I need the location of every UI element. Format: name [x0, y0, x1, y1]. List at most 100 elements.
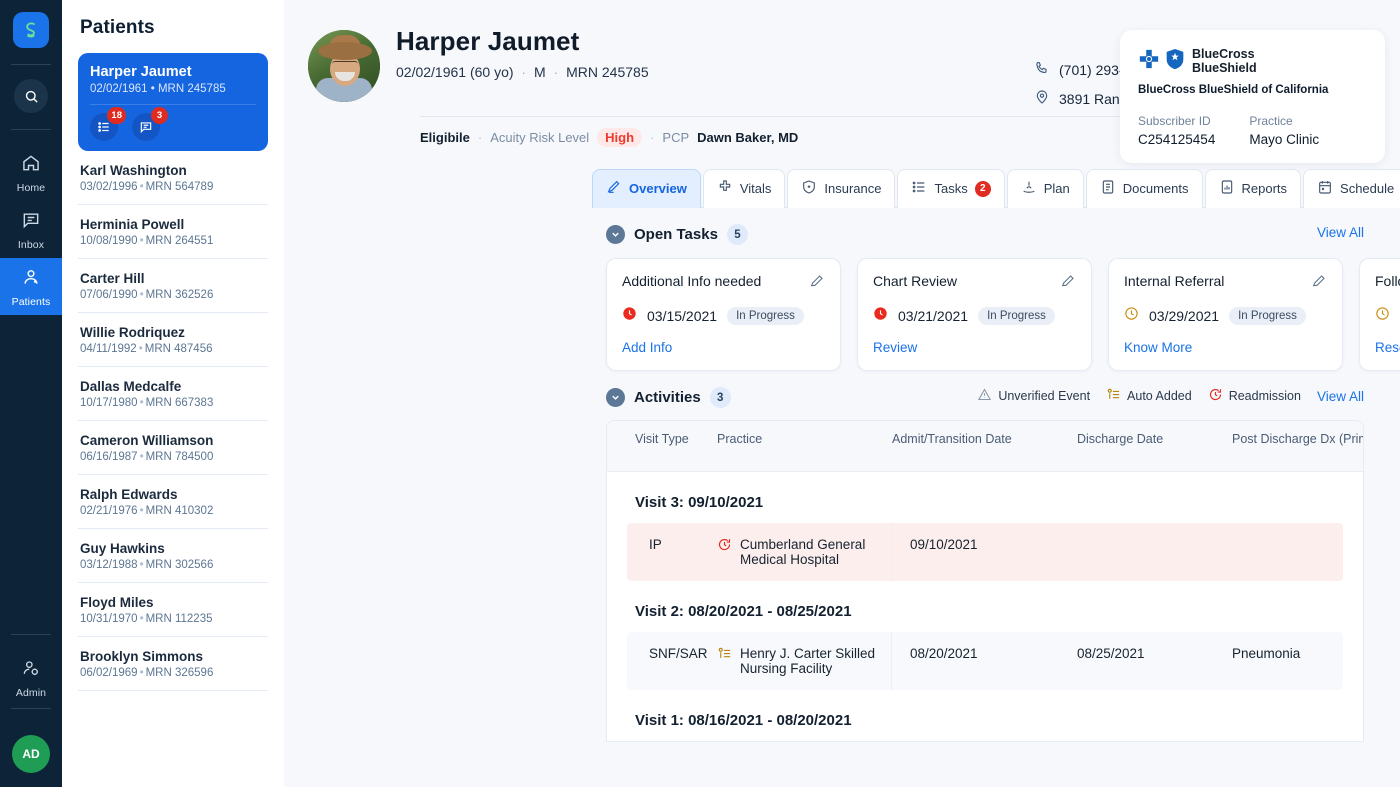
list-item[interactable]: Ralph Edwards 02/21/1976 • MRN 410302 — [78, 475, 268, 529]
task-card-link[interactable]: Reset Follow-up — [1375, 340, 1400, 355]
tab-overview[interactable]: Overview — [592, 169, 701, 208]
patient-card-selected[interactable]: Harper Jaumet 02/02/1961 • MRN 245785 18… — [78, 53, 268, 151]
tab-vitals[interactable]: Vitals — [702, 169, 786, 208]
task-card[interactable]: Chart Review 03/21/2021 In Progress Review — [857, 258, 1092, 371]
list-item-mrn: MRN 326596 — [145, 667, 214, 679]
message-icon[interactable]: 3 — [132, 107, 168, 141]
task-card-link[interactable]: Know More — [1124, 340, 1192, 355]
task-card-top: Chart Review — [873, 273, 1076, 294]
task-card-title: Additional Info needed — [622, 273, 762, 289]
tab-tasks[interactable]: Tasks 2 — [897, 169, 1005, 208]
cell-practice: Henry J. Carter Skilled Nursing Facility — [717, 632, 892, 690]
tab-insurance[interactable]: Insurance — [787, 169, 896, 208]
patient-card-name: Harper Jaumet — [90, 64, 192, 80]
tab-plan[interactable]: Plan — [1006, 169, 1084, 208]
list-item[interactable]: Karl Washington 03/02/1996 • MRN 564789 — [78, 151, 268, 205]
patient-card-meta: 02/02/1961 • MRN 245785 — [90, 83, 226, 95]
list-item[interactable]: Herminia Powell 10/08/1990 • MRN 264551 — [78, 205, 268, 259]
open-tasks-count: 5 — [726, 224, 748, 245]
clock-icon — [1124, 306, 1139, 326]
pen-overview-icon — [606, 179, 622, 198]
insurance-details: Subscriber ID C254125454 Practice Mayo C… — [1138, 114, 1367, 147]
tab-label: Vitals — [739, 181, 772, 196]
list-item-dob: 10/17/1980 — [80, 397, 138, 409]
list-item-meta: 10/08/1990 • MRN 264551 — [80, 235, 214, 247]
chevron-down-icon-tasks[interactable] — [606, 225, 625, 244]
task-card-date: 03/29/2021 — [1149, 308, 1220, 324]
practice-label: Practice — [1249, 114, 1293, 128]
list-item[interactable]: Carter Hill 07/06/1990 • MRN 362526 — [78, 259, 268, 313]
sidebar-item-inbox[interactable]: Inbox — [0, 201, 62, 258]
patient-rows: Karl Washington 03/02/1996 • MRN 564789 Herm… — [78, 151, 268, 691]
task-card[interactable]: Internal Referral 03/29/2021 In Progress Kn… — [1108, 258, 1343, 371]
list-item[interactable]: Guy Hawkins 03/12/1988 • MRN 302566 — [78, 529, 268, 583]
list-item-dob: 03/02/1996 — [80, 181, 138, 193]
pcp-label: PCP — [662, 130, 690, 145]
list-item[interactable]: Cameron Williamson 06/16/1987 • MRN 784500 — [78, 421, 268, 475]
visit-group-label: Visit 3: 09/10/2021 — [635, 494, 764, 511]
patient-photo — [308, 30, 380, 102]
patient-card-actions: 18 3 — [90, 107, 256, 141]
list-item-name: Dallas Medcalfe — [80, 379, 182, 394]
open-tasks-title: Open Tasks — [634, 226, 718, 243]
list-item[interactable]: Brooklyn Simmons 06/02/1969 • MRN 326596 — [78, 637, 268, 691]
rail-divider-mid — [11, 129, 51, 130]
list-item-dob: 04/11/1992 — [80, 343, 137, 355]
tab-documents[interactable]: Documents — [1085, 169, 1203, 208]
edit-pencil-icon[interactable] — [1060, 273, 1076, 294]
sidebar-item-patients[interactable]: Patients — [0, 258, 62, 315]
tab-schedule[interactable]: Schedule — [1303, 169, 1400, 208]
table-row[interactable]: SNF/SAR Henry J. Carter Skilled Nursing F… — [627, 632, 1343, 690]
tab-label: Insurance — [824, 181, 882, 196]
task-card-link[interactable]: Review — [873, 340, 917, 355]
admin-gear-user-icon — [21, 658, 41, 683]
edit-pencil-icon[interactable] — [809, 273, 825, 294]
list-item-name: Brooklyn Simmons — [80, 649, 204, 664]
tab-reports[interactable]: Reports — [1204, 169, 1302, 208]
list-item[interactable]: Floyd Miles 10/31/1970 • MRN 112235 — [78, 583, 268, 637]
activities-title: Activities — [634, 389, 701, 406]
blueshield-shield-icon — [1165, 48, 1185, 75]
rail-divider-top — [11, 64, 51, 65]
clock-icon — [1375, 306, 1390, 326]
list-item-mrn: MRN 112235 — [145, 613, 213, 625]
insurance-card[interactable]: BlueCross BlueShield BlueCross BlueShiel… — [1120, 30, 1385, 163]
patient-header: Harper Jaumet 02/02/1961 (60 yo) · M · M… — [284, 0, 1400, 163]
app-logo-icon[interactable] — [13, 12, 49, 48]
task-card-link[interactable]: Add Info — [622, 340, 672, 355]
list-item-meta: 03/02/1996 • MRN 564789 — [80, 181, 214, 193]
chevron-down-icon-activities[interactable] — [606, 388, 625, 407]
list-icon[interactable]: 18 — [90, 107, 126, 141]
tab-label: Schedule — [1340, 181, 1395, 196]
table-row[interactable]: IP Cumberland General Medical Hospital 09/… — [627, 523, 1343, 581]
search-icon[interactable] — [14, 79, 48, 113]
inbox-icon — [21, 210, 41, 235]
list-item[interactable]: Willie Rodriquez 04/11/1992 • MRN 487456 — [78, 313, 268, 367]
practice-block: Practice Mayo Clinic — [1249, 114, 1319, 147]
task-card[interactable]: Follow-up 03/29/2021In Progress Reset Foll… — [1359, 258, 1400, 371]
patient-card-divider — [90, 104, 256, 105]
avatar[interactable]: AD — [12, 735, 50, 773]
clock-icon — [873, 306, 888, 326]
task-card-title: Internal Referral — [1124, 273, 1225, 289]
cell-discharge-date — [1077, 523, 1232, 581]
activities-visit-groups: Visit 3: 09/10/2021 IP Cumberland General … — [607, 472, 1363, 741]
sidebar-item-admin[interactable]: Admin — [0, 649, 62, 706]
list-item-dob: 03/12/1988 — [80, 559, 138, 571]
sidebar-item-home[interactable]: Home — [0, 144, 62, 201]
legend-auto-added: Auto Added — [1106, 387, 1192, 405]
list-item[interactable]: Dallas Medcalfe 10/17/1980 • MRN 667383 — [78, 367, 268, 421]
auto-added-icon — [717, 646, 732, 676]
edit-pencil-icon[interactable] — [1311, 273, 1327, 294]
task-card-mid: 03/29/2021In Progress — [1375, 306, 1400, 326]
list-item-name: Floyd Miles — [80, 595, 154, 610]
task-card-date: 03/15/2021 — [647, 308, 718, 324]
clock-icon — [622, 306, 637, 326]
open-tasks-view-all[interactable]: View All — [1317, 225, 1364, 240]
activities-view-all[interactable]: View All — [1317, 389, 1364, 404]
visit-group-label: Visit 2: 08/20/2021 - 08/25/2021 — [635, 603, 852, 620]
task-card[interactable]: Additional Info needed 03/15/2021 In Progr… — [606, 258, 841, 371]
messages-badge: 3 — [151, 107, 168, 124]
list-item-mrn: MRN 564789 — [145, 181, 214, 193]
list-item-mrn: MRN 264551 — [145, 235, 214, 247]
